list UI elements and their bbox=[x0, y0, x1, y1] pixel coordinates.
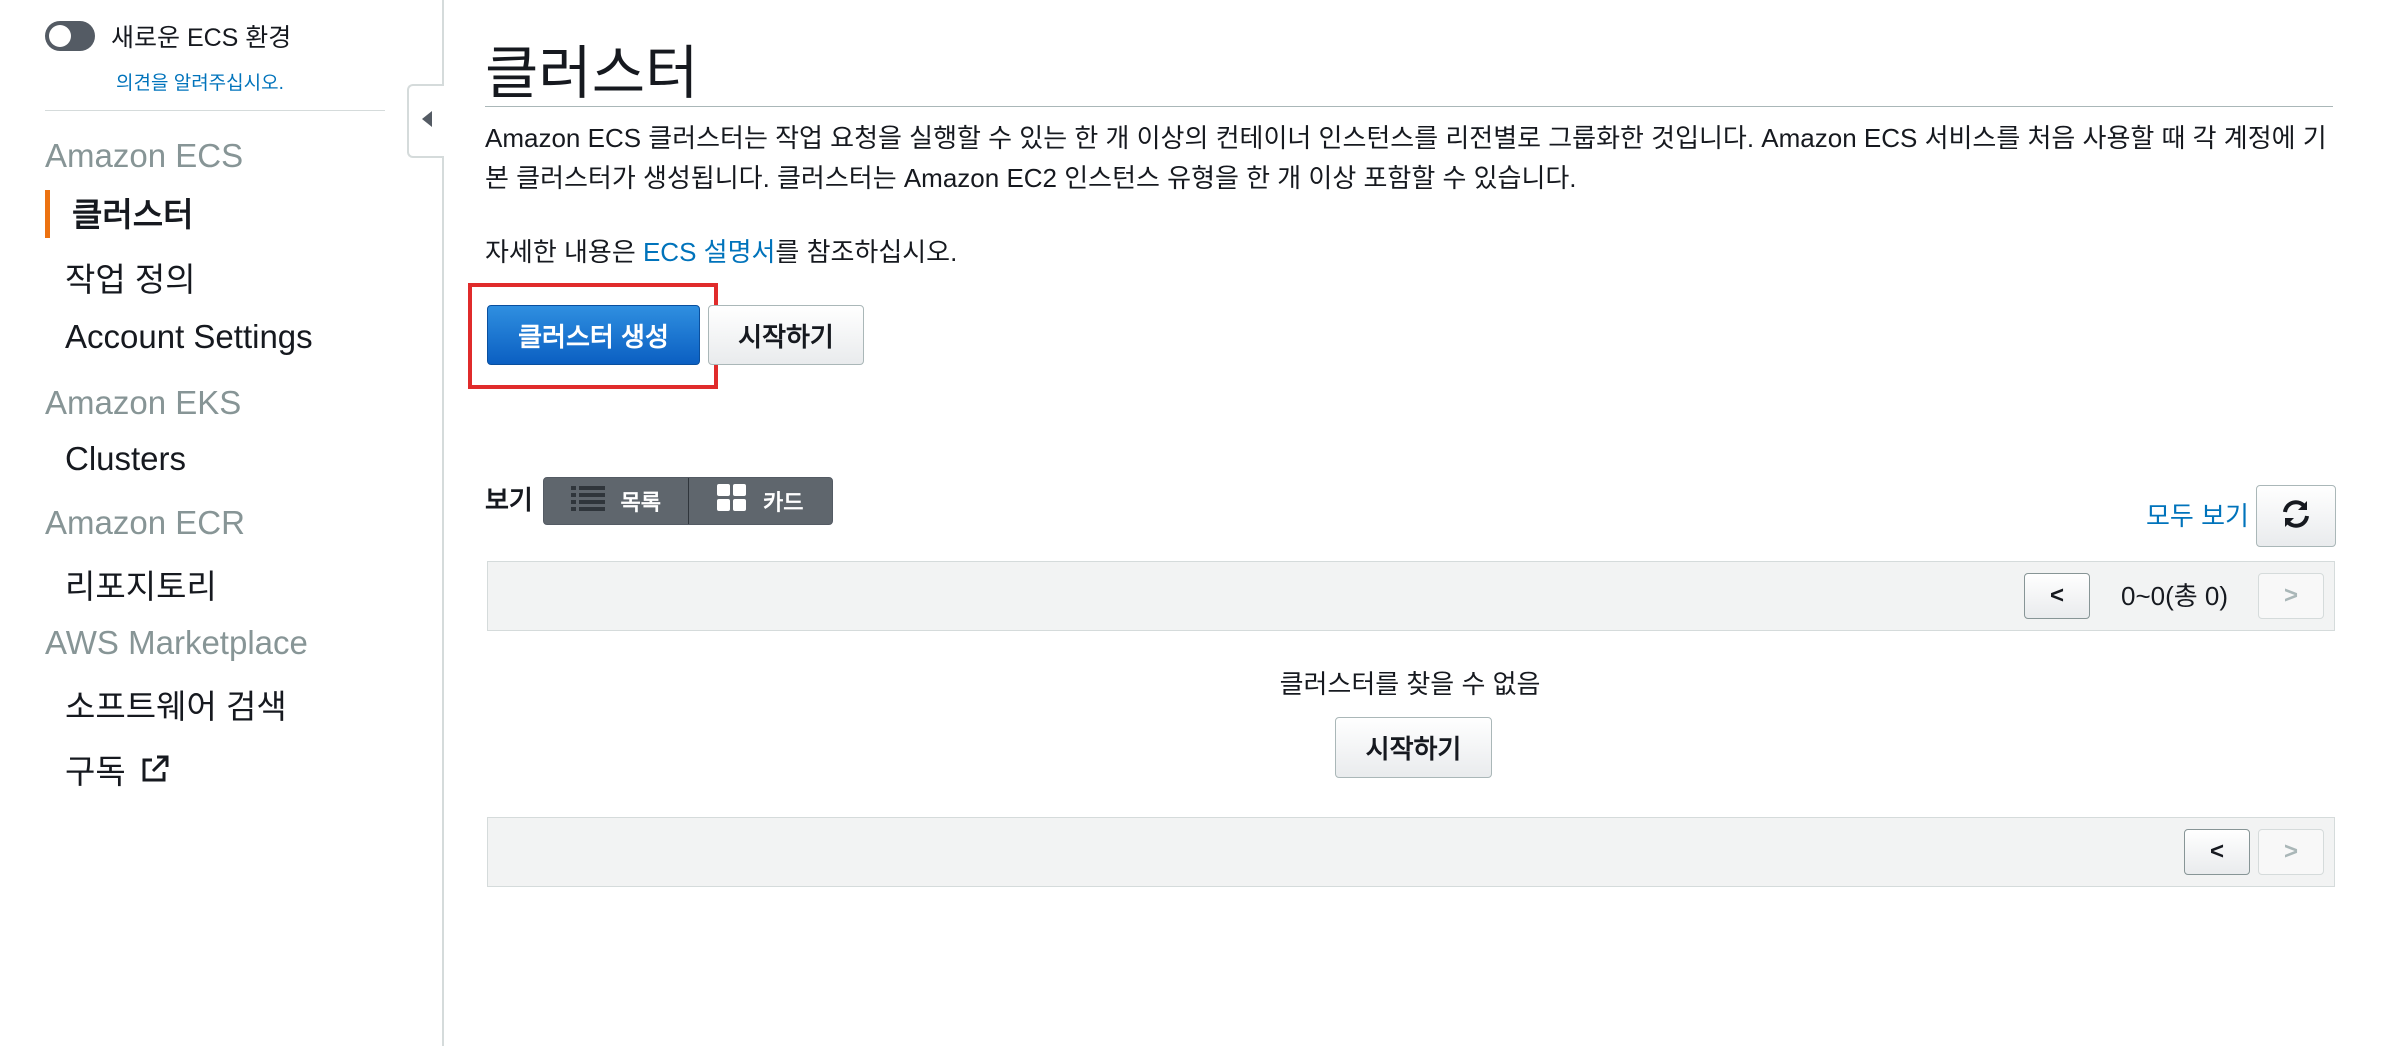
title-divider bbox=[485, 106, 2333, 107]
view-list-label: 목록 bbox=[620, 490, 661, 515]
list-icon bbox=[570, 485, 605, 517]
create-cluster-button[interactable]: 클러스터 생성 bbox=[487, 305, 700, 365]
sidebar-item-clusters[interactable]: 클러스터 bbox=[72, 188, 193, 236]
collapse-sidebar-button[interactable] bbox=[407, 84, 444, 158]
toggle-knob bbox=[49, 25, 71, 47]
next-page-button[interactable]: > bbox=[2258, 573, 2324, 619]
sidebar-item-account-settings[interactable]: Account Settings bbox=[65, 318, 313, 356]
sidebar-divider bbox=[45, 110, 385, 111]
view-card-button[interactable]: 카드 bbox=[687, 478, 833, 524]
grid-icon bbox=[717, 484, 747, 518]
get-started-button[interactable]: 시작하기 bbox=[708, 305, 864, 365]
view-list-button[interactable]: 목록 bbox=[544, 478, 688, 524]
sidebar-item-repositories[interactable]: 리포지토리 bbox=[65, 560, 217, 608]
prev-page-button[interactable]: < bbox=[2024, 573, 2090, 619]
active-indicator bbox=[45, 190, 50, 238]
refresh-icon bbox=[2279, 497, 2313, 536]
sidebar: 새로운 ECS 환경 의견을 알려주십시오. Amazon ECS 클러스터 작… bbox=[0, 0, 444, 1046]
caret-left-icon bbox=[420, 110, 434, 133]
view-all-link[interactable]: 모두 보기 bbox=[2146, 496, 2249, 533]
table-header-bar: < 0~0(총 0) > bbox=[487, 561, 2335, 631]
more-info-text: 자세한 내용은 ECS 설명서를 참조하십시오. bbox=[485, 232, 957, 272]
feedback-link[interactable]: 의견을 알려주십시오. bbox=[116, 68, 284, 95]
nav-section-amazon-eks: Amazon EKS bbox=[45, 384, 242, 421]
footer-next-page-button[interactable]: > bbox=[2258, 829, 2324, 875]
nav-section-amazon-ecr: Amazon ECR bbox=[45, 504, 245, 541]
refresh-button[interactable] bbox=[2256, 485, 2336, 547]
ecs-documentation-link[interactable]: ECS 설명서 bbox=[643, 237, 775, 267]
page-title: 클러스터 bbox=[485, 41, 699, 106]
pagination-text: 0~0(총 0) bbox=[2121, 581, 2229, 611]
external-link-icon bbox=[138, 752, 172, 786]
empty-state-get-started-button[interactable]: 시작하기 bbox=[1335, 717, 1492, 778]
nav-section-amazon-ecs: Amazon ECS bbox=[45, 137, 244, 174]
sidebar-item-subscriptions-label: 구독 bbox=[65, 753, 126, 790]
toggle-label: 새로운 ECS 환경 bbox=[111, 24, 292, 52]
table-footer-bar: < > bbox=[487, 817, 2335, 887]
page-description: Amazon ECS 클러스터는 작업 요청을 실행할 수 있는 한 개 이상의… bbox=[485, 123, 2327, 193]
more-info-prefix: 자세한 내용은 bbox=[485, 237, 643, 267]
sidebar-item-task-definitions[interactable]: 작업 정의 bbox=[65, 253, 196, 301]
footer-prev-page-button[interactable]: < bbox=[2184, 829, 2250, 875]
sidebar-item-subscriptions[interactable]: 구독 bbox=[65, 745, 172, 793]
nav-section-aws-marketplace: AWS Marketplace bbox=[45, 624, 308, 661]
view-card-label: 카드 bbox=[763, 490, 804, 515]
new-ecs-experience-toggle-row: 새로운 ECS 환경 bbox=[45, 18, 291, 54]
view-toggle: 목록 카드 bbox=[543, 477, 833, 525]
new-ecs-experience-toggle[interactable] bbox=[45, 21, 95, 51]
empty-state-message: 클러스터를 찾을 수 없음 bbox=[1279, 669, 1541, 699]
view-label: 보기 bbox=[485, 485, 533, 515]
more-info-suffix: 를 참조하십시오. bbox=[775, 237, 958, 267]
sidebar-item-eks-clusters[interactable]: Clusters bbox=[65, 440, 186, 478]
